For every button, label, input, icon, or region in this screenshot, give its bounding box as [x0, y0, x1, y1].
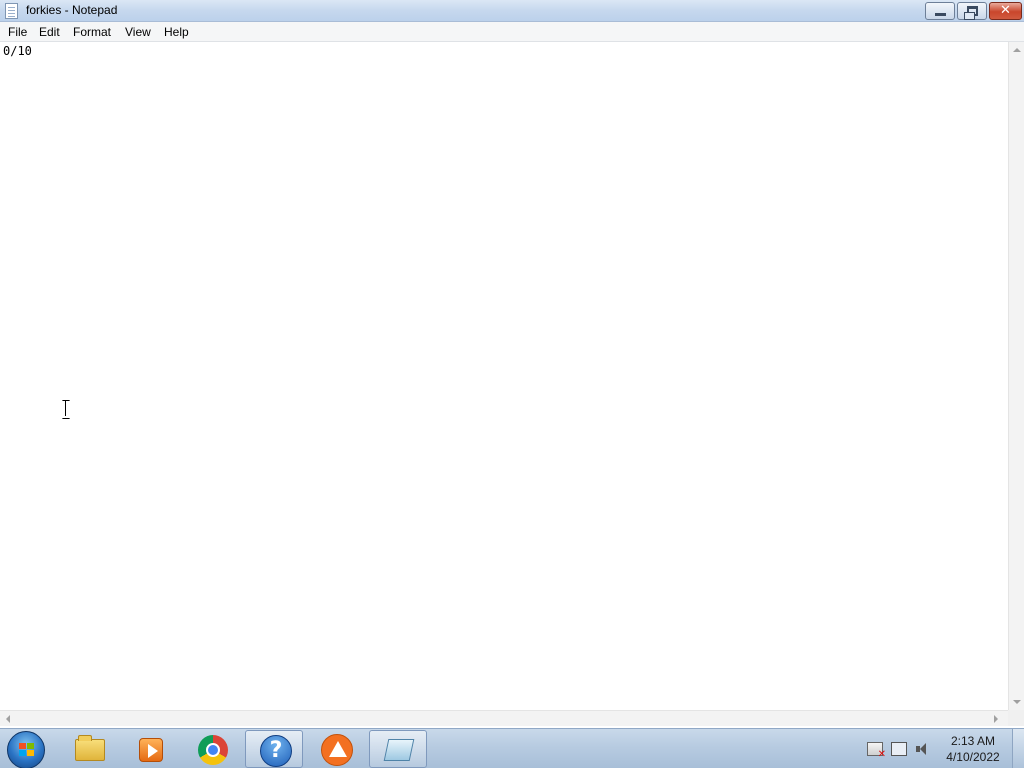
action-center-flag-icon[interactable] [867, 742, 886, 760]
taskbar-explorer-button[interactable] [60, 730, 118, 768]
menu-help[interactable]: Help [164, 25, 189, 39]
menu-format[interactable]: Format [73, 25, 111, 39]
taskbar-media-player-button[interactable] [121, 730, 179, 768]
vertical-scrollbar[interactable] [1008, 42, 1024, 710]
scroll-right-icon[interactable] [994, 715, 998, 723]
network-icon[interactable] [891, 742, 907, 756]
scroll-down-icon[interactable] [1013, 700, 1021, 704]
minimize-button[interactable] [925, 2, 955, 20]
volume-icon[interactable] [915, 742, 931, 756]
help-icon: ? [260, 735, 292, 767]
menu-bar: File Edit Format View Help [0, 22, 1024, 42]
system-clock[interactable]: 2:13 AM 4/10/2022 [940, 733, 1006, 765]
editor-content: 0/10 [3, 44, 32, 58]
close-icon: ✕ [1000, 3, 1011, 18]
menu-edit[interactable]: Edit [39, 25, 60, 39]
minimize-icon [935, 13, 946, 16]
horizontal-scrollbar[interactable] [0, 710, 1008, 726]
scrollbar-corner [1008, 710, 1024, 726]
ibeam-cursor-icon [62, 400, 70, 417]
menu-view[interactable]: View [125, 25, 151, 39]
clock-date: 4/10/2022 [946, 750, 1000, 764]
taskbar-help-button[interactable]: ? [245, 730, 303, 768]
menu-file[interactable]: File [8, 25, 27, 39]
text-editor[interactable]: 0/10 [0, 42, 1008, 710]
notepad-icon [383, 739, 415, 761]
window-title: forkies - Notepad [26, 3, 118, 17]
title-bar[interactable]: forkies - Notepad ✕ [0, 0, 1024, 22]
close-button[interactable]: ✕ [989, 2, 1022, 20]
restore-button[interactable] [957, 2, 987, 20]
taskbar-notepad-button[interactable] [369, 730, 427, 768]
scroll-up-icon[interactable] [1013, 48, 1021, 52]
media-player-icon [139, 738, 163, 762]
restore-icon [964, 6, 978, 20]
show-desktop-button[interactable] [1012, 729, 1024, 768]
folder-icon [75, 735, 105, 761]
scroll-left-icon[interactable] [6, 715, 10, 723]
windows-logo-icon [19, 743, 35, 757]
taskbar-chrome-button[interactable] [183, 730, 241, 768]
start-button[interactable] [7, 731, 45, 768]
chrome-icon [198, 735, 228, 765]
orange-app-icon [321, 734, 353, 766]
taskbar-orange-app-button[interactable] [307, 730, 365, 768]
notepad-app-icon[interactable] [5, 3, 18, 19]
taskbar: ? 2:13 AM 4/10/2022 [0, 728, 1024, 768]
clock-time: 2:13 AM [950, 734, 996, 748]
